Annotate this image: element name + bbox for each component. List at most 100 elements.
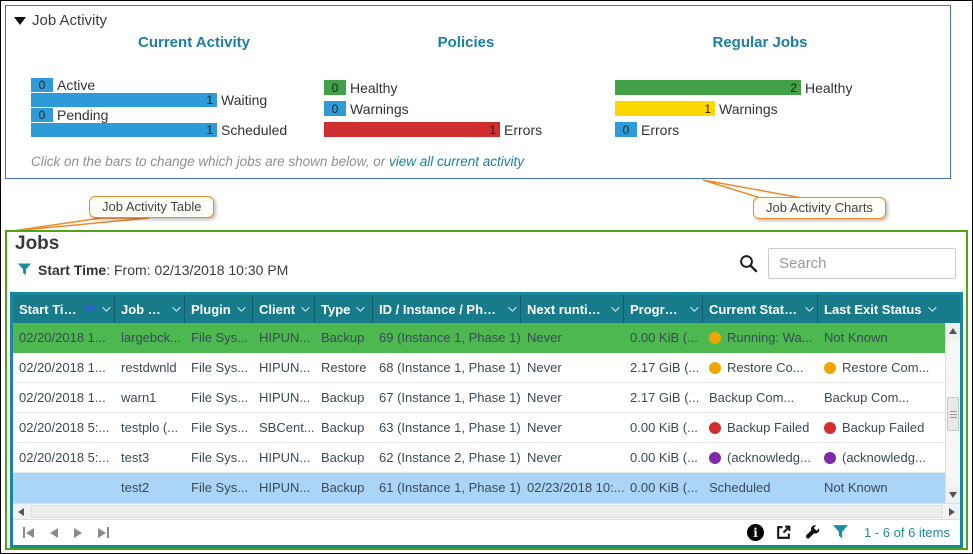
activity-bar-errors[interactable]: 0 (615, 122, 637, 137)
chevron-down-icon (508, 303, 517, 312)
cell-client: HIPUN... (259, 480, 311, 495)
bar-label: Warnings (719, 100, 778, 117)
cell-client: HIPUN... (259, 390, 311, 405)
bar-row-warnings: 0 Warnings (324, 100, 542, 117)
left-arrow-icon (18, 507, 24, 516)
jobs-title: Jobs (15, 233, 60, 254)
scroll-down-button[interactable] (946, 487, 960, 503)
cell-progress: 2.17 GiB (... (630, 390, 700, 405)
cell-last_exit: Not Known (824, 330, 888, 345)
filter-value: : From: 02/13/2018 10:30 PM (106, 262, 289, 278)
column-header-progress[interactable]: Progress (624, 295, 703, 323)
table-row[interactable]: 02/20/2018 1... largebck... File Sys... HIP… (13, 323, 945, 353)
activity-bar-errors[interactable]: 1 (324, 122, 500, 137)
cell-last_exit: Not Known (824, 480, 888, 495)
cell-id_phase: 62 (Instance 2, Phase 1) (379, 450, 521, 465)
activity-bar-pending[interactable]: 0 (31, 108, 53, 122)
collapse-triangle-icon (14, 16, 26, 25)
activity-bar-warnings[interactable]: 1 (615, 101, 715, 116)
bar-row-healthy: 0 Healthy (324, 80, 542, 96)
next-page-button[interactable] (74, 527, 82, 538)
column-header-job-title[interactable]: Job Title (115, 295, 185, 323)
scroll-right-button[interactable] (944, 504, 960, 519)
regular-jobs-title: Regular Jobs (712, 34, 808, 51)
status-dot (709, 331, 721, 344)
column-header-plugin[interactable]: Plugin (185, 295, 253, 323)
cell-progress: 0.00 KiB (... (630, 420, 698, 435)
bar-label: Warnings (350, 100, 409, 117)
cell-start_time: 02/20/2018 1... (19, 360, 106, 375)
cell-current_status: Backup Failed (703, 420, 818, 435)
callout-job-activity-table: Job Activity Table (89, 196, 215, 218)
cell-type: Restore (321, 360, 367, 375)
activity-bar-active[interactable]: 0 (31, 78, 53, 92)
status-dot (709, 361, 721, 374)
cell-last_exit: Restore Com... (818, 360, 945, 375)
cell-id_phase: 67 (Instance 1, Phase 1) (379, 390, 521, 405)
bar-row-errors: 1 Errors (324, 122, 542, 138)
search-input[interactable] (768, 248, 956, 279)
job-activity-collapse[interactable]: Job Activity (14, 12, 107, 29)
cell-start_time: 02/20/2018 1... (19, 390, 106, 405)
bar-row-healthy: 2 Healthy (615, 80, 852, 96)
first-page-button[interactable] (23, 527, 34, 538)
last-page-button[interactable] (98, 527, 109, 538)
chevron-down-icon (172, 303, 181, 312)
current-activity-title: Current Activity (138, 34, 250, 51)
view-all-current-activity-link[interactable]: view all current activity (389, 154, 524, 169)
previous-page-button[interactable] (50, 527, 58, 538)
bar-label: Errors (641, 121, 680, 138)
cell-type: Backup (321, 480, 365, 495)
cell-id_phase: 63 (Instance 1, Phase 1) (379, 420, 521, 435)
bar-row-pending: 0 Pending (31, 107, 287, 123)
table-row[interactable]: 02/20/2018 5:... testplo (... File Sys... S… (13, 413, 945, 443)
vertical-scroll-thumb[interactable] (947, 397, 959, 431)
cell-client: HIPUN... (259, 360, 311, 375)
horizontal-scrollbar[interactable] (13, 503, 960, 519)
table-row[interactable]: 02/20/2018 5:... test3 File Sys... HIPUN...… (13, 443, 945, 473)
scroll-left-button[interactable] (13, 504, 29, 519)
cell-next_runtime: Never (527, 450, 562, 465)
column-header-start-time[interactable]: Start Time (13, 295, 115, 323)
bar-label: Active (57, 77, 96, 93)
screenshot-root: Job Activity Current Activity Policies R… (0, 0, 973, 554)
horizontal-scroll-thumb[interactable] (30, 505, 943, 518)
activity-bar-healthy[interactable]: 0 (324, 80, 346, 95)
down-arrow-icon (949, 492, 957, 498)
vertical-scrollbar[interactable] (945, 323, 960, 503)
cell-job_title: restdwnld (121, 360, 177, 375)
bar-row-warnings: 1 Warnings (615, 100, 852, 117)
cell-current_status: Backup Com... (709, 390, 795, 405)
footnote-text: Click on the bars to change which jobs a… (31, 154, 389, 169)
callout-job-activity-charts: Job Activity Charts (753, 197, 886, 219)
bar-row-scheduled: 1 Scheduled (31, 122, 287, 138)
table-row[interactable]: 02/20/2018 1... restdwnld File Sys... HIPUN… (13, 353, 945, 383)
footer-filter-icon[interactable] (832, 525, 849, 540)
table-row[interactable]: test2 File Sys... HIPUN... Backup 61 (Instan… (13, 473, 945, 503)
activity-bar-healthy[interactable]: 2 (615, 80, 801, 95)
activity-bar-scheduled[interactable]: 1 (31, 123, 217, 137)
cell-next_runtime: Never (527, 420, 562, 435)
table-row[interactable]: 02/20/2018 1... warn1 File Sys... HIPUN... B… (13, 383, 945, 413)
activity-bar-waiting[interactable]: 1 (31, 93, 217, 107)
search-icon (740, 255, 758, 273)
column-header-id-instance-phase[interactable]: ID / Instance / Phase (373, 295, 521, 323)
info-icon[interactable]: i (747, 524, 765, 541)
export-icon[interactable] (775, 524, 792, 541)
column-header-type[interactable]: Type (315, 295, 373, 323)
column-header-current-status[interactable]: Current Status (703, 295, 818, 323)
activity-footnote: Click on the bars to change which jobs a… (31, 154, 524, 169)
chevron-down-icon (356, 303, 366, 312)
cell-progress: 0.00 KiB (... (630, 330, 698, 345)
activity-bar-warnings[interactable]: 0 (324, 101, 346, 116)
column-header-last-exit-status[interactable]: Last Exit Status (818, 295, 960, 323)
scroll-up-button[interactable] (946, 323, 960, 339)
policies-bars: 0 Healthy 0 Warnings 1 Errors (324, 80, 542, 143)
tools-wrench-icon[interactable] (803, 524, 821, 541)
cell-type: Backup (321, 390, 365, 405)
job-activity-panel: Job Activity Current Activity Policies R… (5, 5, 951, 179)
column-header-next-runtime[interactable]: Next runtime (521, 295, 624, 323)
cell-type: Backup (321, 450, 365, 465)
items-count: 1 - 6 of 6 items (864, 525, 950, 540)
column-header-client[interactable]: Client (253, 295, 315, 323)
